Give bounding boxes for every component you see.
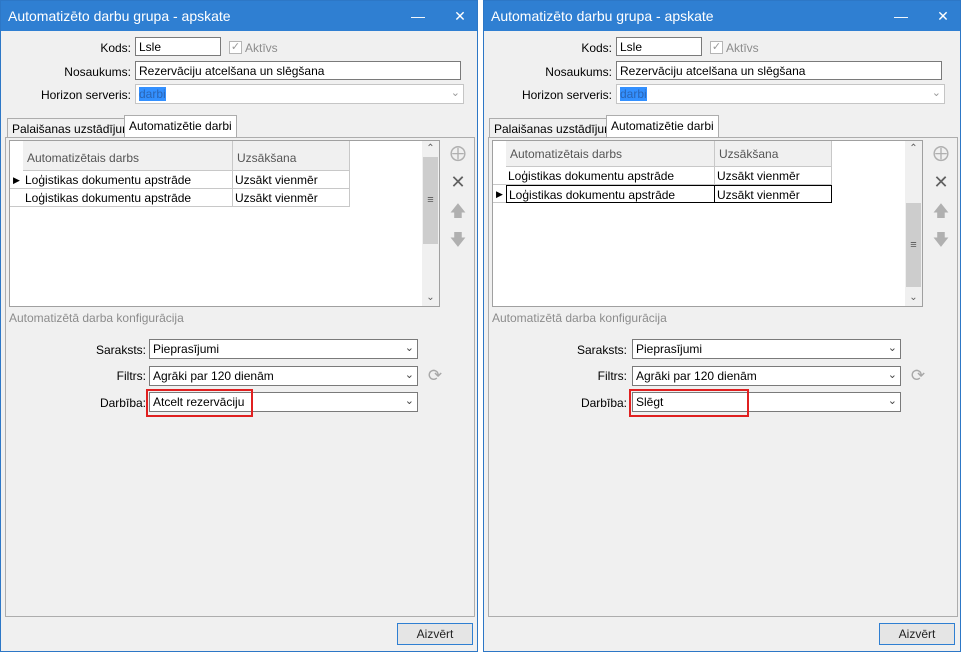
move-down-icon[interactable]: 🡇 — [931, 231, 951, 251]
chevron-down-icon: ⌄ — [450, 87, 460, 99]
scroll-thumb[interactable]: ≡ — [423, 157, 438, 244]
close-icon[interactable]: ✕ — [448, 6, 472, 26]
config-section-label: Automatizētā darba konfigurācija — [9, 311, 184, 325]
minimize-icon[interactable]: — — [889, 6, 913, 26]
tab-panel: Automatizētais darbs Uzsākšana Loģistika… — [488, 137, 958, 617]
chevron-down-icon: ⌄ — [887, 369, 897, 381]
horizon-label: Horizon serveris: — [521, 88, 612, 102]
row-pointer-icon: ▶ — [493, 185, 506, 203]
nosaukums-field[interactable]: Rezervāciju atcelšana un slēgšana — [616, 61, 942, 80]
grid-scrollbar[interactable]: ⌃ ≡ ⌄ — [905, 141, 922, 306]
minimize-icon[interactable]: — — [406, 6, 430, 26]
refresh-icon[interactable]: ⟳ — [425, 366, 445, 386]
delete-row-icon[interactable]: ✕ — [931, 172, 951, 192]
saraksts-label: Saraksts: — [576, 343, 627, 357]
tasks-grid[interactable]: Automatizētais darbs Uzsākšana ▶ Loģisti… — [9, 140, 440, 307]
chevron-down-icon: ⌄ — [887, 395, 897, 407]
cell-start[interactable]: Uzsākt vienmēr — [715, 185, 832, 203]
config-section-label: Automatizētā darba konfigurācija — [492, 311, 667, 325]
filtrs-select[interactable]: Agrāki par 120 dienām ⌄ — [632, 366, 901, 386]
cell-task[interactable]: Loģistikas dokumentu apstrāde — [23, 189, 233, 207]
tab-palaisanas[interactable]: Palaišanas uzstādījumi — [489, 118, 622, 139]
cell-start[interactable]: Uzsākt vienmēr — [715, 167, 832, 185]
cell-start[interactable]: Uzsākt vienmēr — [233, 171, 350, 189]
dialog-window-left: Automatizēto darbu grupa - apskate — ✕ K… — [0, 0, 478, 652]
scroll-up-icon[interactable]: ⌃ — [422, 141, 439, 157]
horizon-server-select[interactable]: darbi ⌄ — [616, 84, 945, 104]
move-up-icon[interactable]: 🡅 — [448, 202, 468, 222]
horizon-value: darbi — [139, 87, 166, 101]
close-icon[interactable]: ✕ — [931, 6, 955, 26]
chevron-down-icon: ⌄ — [887, 342, 897, 354]
dialog-window-right: Automatizēto darbu grupa - apskate — ✕ K… — [483, 0, 961, 652]
chevron-down-icon: ⌄ — [404, 369, 414, 381]
filtrs-label: Filtrs: — [116, 369, 146, 383]
add-row-icon[interactable]: ⨁ — [448, 144, 468, 164]
aktivs-label: Aktīvs — [726, 41, 759, 55]
column-header-start[interactable]: Uzsākšana — [233, 141, 350, 171]
kods-field[interactable]: Lsle — [616, 37, 702, 56]
highlight-box — [146, 389, 253, 417]
row-header — [493, 167, 506, 185]
tab-panel: Automatizētais darbs Uzsākšana ▶ Loģisti… — [5, 137, 475, 617]
move-down-icon[interactable]: 🡇 — [448, 231, 468, 251]
darbiba-label: Darbība: — [580, 396, 627, 410]
chevron-down-icon: ⌄ — [404, 342, 414, 354]
saraksts-select[interactable]: Pieprasījumi ⌄ — [632, 339, 901, 359]
add-row-icon[interactable]: ⨁ — [931, 144, 951, 164]
close-button[interactable]: Aizvērt — [879, 623, 955, 645]
filtrs-value: Agrāki par 120 dienām — [636, 369, 757, 383]
close-button[interactable]: Aizvērt — [397, 623, 473, 645]
aktivs-checkbox[interactable]: ✓ — [710, 41, 723, 54]
horizon-server-select[interactable]: darbi ⌄ — [135, 84, 464, 104]
saraksts-value: Pieprasījumi — [153, 342, 220, 356]
filtrs-value: Agrāki par 120 dienām — [153, 369, 274, 383]
column-header-task[interactable]: Automatizētais darbs — [23, 141, 233, 171]
chevron-down-icon: ⌄ — [931, 87, 941, 99]
filtrs-select[interactable]: Agrāki par 120 dienām ⌄ — [149, 366, 418, 386]
tab-palaisanas[interactable]: Palaišanas uzstādījumi — [7, 118, 140, 139]
title-bar: Automatizēto darbu grupa - apskate — ✕ — [484, 1, 960, 31]
delete-row-icon[interactable]: ✕ — [448, 172, 468, 192]
horizon-value: darbi — [620, 87, 647, 101]
tasks-grid[interactable]: Automatizētais darbs Uzsākšana Loģistika… — [492, 140, 923, 307]
filtrs-label: Filtrs: — [597, 369, 627, 383]
title-bar: Automatizēto darbu grupa - apskate — ✕ — [1, 1, 477, 31]
row-pointer-icon: ▶ — [10, 171, 23, 189]
kods-label: Kods: — [100, 41, 131, 55]
window-title: Automatizēto darbu grupa - apskate — [491, 8, 714, 24]
saraksts-select[interactable]: Pieprasījumi ⌄ — [149, 339, 418, 359]
scroll-down-icon[interactable]: ⌄ — [422, 290, 439, 306]
grid-scrollbar[interactable]: ⌃ ≡ ⌄ — [422, 141, 439, 306]
scroll-thumb[interactable]: ≡ — [906, 203, 921, 287]
horizon-label: Horizon serveris: — [40, 88, 131, 102]
darbiba-label: Darbība: — [99, 396, 146, 410]
move-up-icon[interactable]: 🡅 — [931, 202, 951, 222]
cell-task[interactable]: Loģistikas dokumentu apstrāde — [23, 171, 233, 189]
scroll-up-icon[interactable]: ⌃ — [905, 141, 922, 157]
kods-label: Kods: — [581, 41, 612, 55]
column-header-start[interactable]: Uzsākšana — [715, 141, 832, 167]
column-header-task[interactable]: Automatizētais darbs — [506, 141, 715, 167]
tab-automatizetie-darbi[interactable]: Automatizētie darbi — [606, 115, 719, 138]
nosaukums-field[interactable]: Rezervāciju atcelšana un slēgšana — [135, 61, 461, 80]
saraksts-value: Pieprasījumi — [636, 342, 703, 356]
nosaukums-label: Nosaukums: — [64, 65, 131, 79]
window-title: Automatizēto darbu grupa - apskate — [8, 8, 231, 24]
scroll-down-icon[interactable]: ⌄ — [905, 290, 922, 306]
highlight-box — [629, 389, 749, 417]
chevron-down-icon: ⌄ — [404, 395, 414, 407]
saraksts-label: Saraksts: — [95, 343, 146, 357]
tab-automatizetie-darbi[interactable]: Automatizētie darbi — [124, 115, 237, 138]
aktivs-checkbox[interactable]: ✓ — [229, 41, 242, 54]
nosaukums-label: Nosaukums: — [545, 65, 612, 79]
refresh-icon[interactable]: ⟳ — [908, 366, 928, 386]
aktivs-label: Aktīvs — [245, 41, 278, 55]
kods-field[interactable]: Lsle — [135, 37, 221, 56]
row-header — [10, 189, 23, 207]
cell-start[interactable]: Uzsākt vienmēr — [233, 189, 350, 207]
cell-task[interactable]: Loģistikas dokumentu apstrāde — [506, 167, 715, 185]
cell-task[interactable]: Loģistikas dokumentu apstrāde — [506, 185, 715, 203]
